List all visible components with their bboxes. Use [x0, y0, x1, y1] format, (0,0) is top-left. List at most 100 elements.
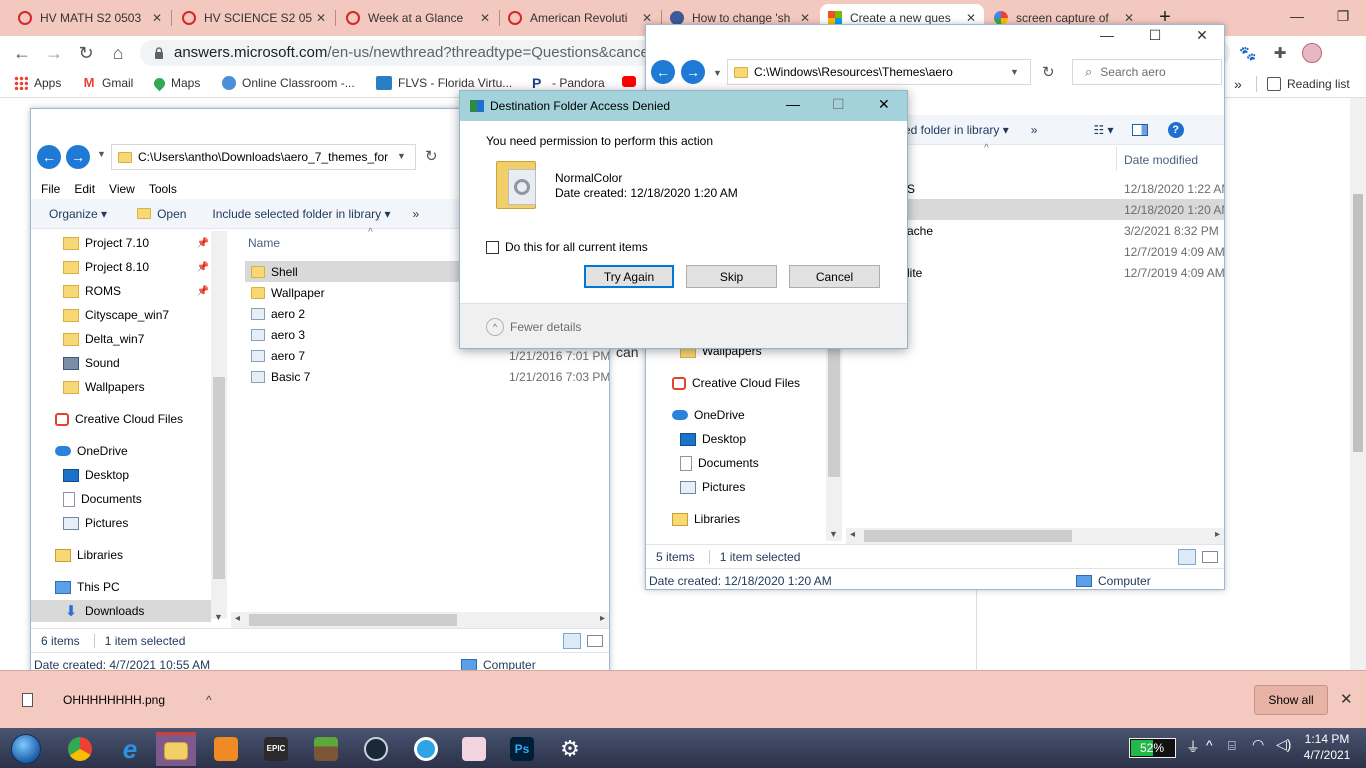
wifi-icon[interactable]: ◠ [1252, 736, 1264, 753]
minimize-icon[interactable]: — [1274, 0, 1320, 32]
power-plug-icon[interactable]: ⏚ [1186, 737, 1200, 757]
puzzle-icon[interactable]: ✚ [1268, 41, 1292, 65]
nav-documents[interactable]: Documents [680, 452, 759, 474]
forward-arrow-icon[interactable]: → [66, 145, 90, 169]
back-arrow-icon[interactable]: ← [37, 145, 61, 169]
maximize-icon[interactable]: ☐ [1140, 27, 1170, 44]
close-icon[interactable]: ✕ [878, 96, 890, 113]
search-input[interactable]: ⌕ Search aero [1072, 59, 1222, 85]
forward-icon[interactable]: → [42, 41, 66, 65]
file-row-aero-3[interactable]: aero 3 [245, 324, 305, 345]
nav-documents[interactable]: Documents [63, 488, 142, 510]
nav-project-7-10[interactable]: Project 7.10 📌 [63, 232, 209, 254]
nav-creative-cloud[interactable]: Creative Cloud Files [672, 372, 800, 394]
scrollbar-thumb[interactable] [1353, 194, 1363, 452]
scroll-left-icon[interactable]: ◂ [235, 613, 240, 624]
close-icon[interactable]: ✕ [1122, 11, 1136, 25]
chevron-down-icon[interactable]: ▼ [214, 612, 223, 622]
nav-scrollbar[interactable] [211, 231, 227, 619]
nav-creative-cloud[interactable]: Creative Cloud Files [55, 408, 183, 430]
organize-button[interactable]: Organize ▾ [49, 207, 107, 221]
close-icon[interactable]: ✕ [964, 11, 978, 25]
bookmark-online-classroom[interactable]: Online Classroom -... [222, 76, 355, 90]
clock[interactable]: 1:14 PM 4/7/2021 [1302, 732, 1352, 762]
file-row-aero-2[interactable]: aero 2 [245, 303, 305, 324]
nav-roms[interactable]: ROMS 📌 [63, 280, 209, 302]
menu-tools[interactable]: Tools [149, 182, 177, 196]
tab-hv-math[interactable]: HV MATH S2 0503 ✕ [10, 4, 170, 32]
nav-onedrive[interactable]: OneDrive [672, 404, 745, 426]
tab-american-revolution[interactable]: American Revoluti ✕ [500, 4, 660, 32]
file-row-aero-7[interactable]: aero 7 [245, 345, 305, 366]
tab-week-at-a-glance[interactable]: Week at a Glance ✕ [338, 4, 498, 32]
nav-cityscape-win7[interactable]: Cityscape_win7 [63, 304, 169, 326]
bookmark-apps[interactable]: Apps [14, 76, 61, 90]
scrollbar-thumb[interactable] [864, 530, 1072, 542]
column-name[interactable]: Name [248, 236, 280, 250]
refresh-icon[interactable]: ↻ [425, 147, 438, 165]
file-name[interactable]: S [907, 178, 915, 199]
nav-pictures[interactable]: Pictures [680, 476, 745, 498]
nav-libraries[interactable]: Libraries [672, 508, 740, 530]
include-in-library-button[interactable]: ed folder in library ▾ [904, 123, 1009, 137]
taskbar-ie[interactable]: e [110, 732, 150, 766]
chevron-down-icon[interactable]: ▼ [713, 68, 722, 78]
home-icon[interactable]: ⌂ [106, 41, 130, 65]
file-name[interactable]: ache [907, 220, 933, 241]
forward-arrow-icon[interactable]: → [681, 60, 705, 84]
reading-list[interactable]: Reading list [1256, 76, 1350, 92]
bookmark-maps[interactable]: Maps [151, 75, 200, 91]
back-icon[interactable]: ← [10, 41, 34, 65]
large-icons-view-icon[interactable] [1202, 550, 1218, 563]
download-item[interactable]: OHHHHHHHH.png [22, 693, 165, 707]
nav-libraries[interactable]: Libraries [55, 544, 123, 566]
nav-desktop[interactable]: Desktop [680, 428, 746, 450]
scroll-right-icon[interactable]: ▸ [1215, 529, 1220, 540]
nav-sound[interactable]: Sound [63, 352, 120, 374]
cancel-button[interactable]: Cancel [789, 265, 880, 288]
page-scrollbar[interactable] [1350, 98, 1366, 670]
battery-indicator[interactable]: 52% [1129, 738, 1176, 758]
restore-icon[interactable]: ❐ [1320, 0, 1366, 32]
close-icon[interactable]: ✕ [640, 11, 654, 25]
nav-onedrive[interactable]: OneDrive [55, 440, 128, 462]
try-again-button[interactable]: Try Again [584, 265, 674, 288]
back-arrow-icon[interactable]: ← [651, 60, 675, 84]
files-hscroll[interactable]: ◂ ▸ [846, 528, 1224, 544]
maximize-icon[interactable]: ☐ [832, 96, 845, 113]
scrollbar-thumb[interactable] [249, 614, 457, 626]
show-all-button[interactable]: Show all [1254, 685, 1328, 715]
files-hscroll[interactable]: ◂ ▸ [231, 612, 609, 628]
nav-this-pc[interactable]: This PC [55, 576, 120, 598]
chevron-up-icon[interactable]: ^ [206, 693, 212, 707]
taskbar-steam[interactable] [356, 732, 396, 766]
tab-hv-science[interactable]: HV SCIENCE S2 05 ✕ [174, 4, 334, 32]
volume-icon[interactable]: ◁) [1276, 736, 1291, 753]
chevron-down-icon[interactable]: ▼ [1010, 67, 1019, 77]
minimize-icon[interactable]: — [786, 96, 800, 112]
nav-wallpapers[interactable]: Wallpapers [63, 376, 145, 398]
taskbar-chrome[interactable] [60, 732, 100, 766]
fewer-details-toggle[interactable]: ^ Fewer details [486, 318, 581, 336]
large-icons-view-icon[interactable] [587, 634, 603, 647]
scroll-left-icon[interactable]: ◂ [850, 529, 855, 540]
bookmark-gmail[interactable]: M Gmail [82, 76, 134, 91]
menu-file[interactable]: File [41, 182, 60, 196]
close-icon[interactable]: ✕ [150, 11, 164, 25]
taskbar-anime-app[interactable] [454, 732, 494, 766]
close-icon[interactable]: ✕ [798, 11, 812, 25]
close-icon[interactable]: ✕ [478, 11, 492, 25]
taskbar-media-player[interactable] [206, 732, 246, 766]
avatar[interactable] [1300, 41, 1324, 65]
apply-to-all-checkbox[interactable]: Do this for all current items [486, 240, 648, 254]
nav-delta-win7[interactable]: Delta_win7 [63, 328, 144, 350]
more-commands-icon[interactable]: » [413, 207, 420, 221]
bookmark-flvs[interactable]: FLVS - Florida Virtu... [376, 76, 512, 90]
menu-edit[interactable]: Edit [74, 182, 95, 196]
column-date-modified[interactable]: Date modified [1124, 153, 1198, 167]
network-icon[interactable]: ⌸ [1228, 738, 1236, 754]
more-commands-icon[interactable]: » [1031, 123, 1038, 137]
view-options-icon[interactable]: ☷ ▾ [1093, 123, 1113, 137]
close-icon[interactable]: ✕ [314, 11, 328, 25]
close-icon[interactable]: ✕ [1187, 27, 1217, 44]
